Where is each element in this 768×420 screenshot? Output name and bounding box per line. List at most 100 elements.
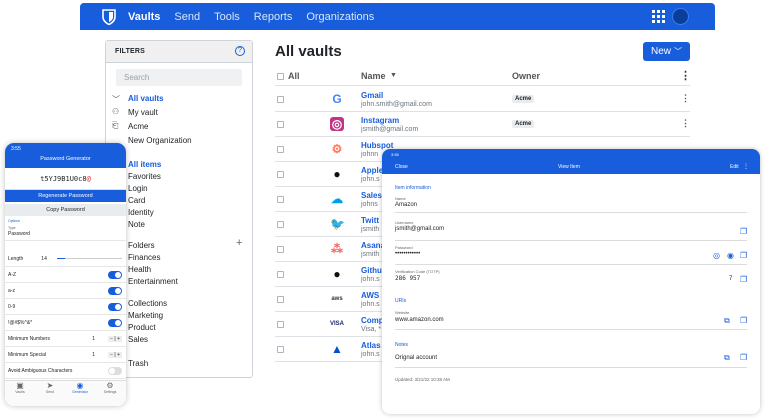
toggle-special-label: !@#$%^&* [8,319,33,326]
item-name-link[interactable]: AWS [361,291,379,300]
row-checkbox[interactable] [277,221,284,228]
filter-trash[interactable]: Trash [128,359,148,368]
nav-tools[interactable]: Tools [214,11,240,23]
nav-reports[interactable]: Reports [254,11,293,23]
launch-icon[interactable]: ⧉ [724,353,730,363]
check-password-icon[interactable]: ◎ [713,251,720,260]
uppercase-toggle[interactable] [108,270,122,279]
min-special-stepper[interactable]: − | + [108,351,122,358]
folders-heading[interactable]: Folders [128,241,155,250]
apps-grid-icon[interactable] [652,10,665,23]
filter-favorites[interactable]: Favorites [128,172,161,181]
length-slider[interactable] [57,258,122,259]
avoid-ambiguous-toggle[interactable] [108,366,122,375]
row-checkbox[interactable] [277,246,284,253]
column-all[interactable]: All [288,71,300,81]
regenerate-password-button[interactable]: Regenerate Password [5,190,126,202]
filter-card[interactable]: Card [128,196,145,205]
tab-send[interactable]: ➤ Send [35,381,65,394]
min-special-value: 1 [92,351,95,358]
column-name[interactable]: Name [361,71,386,81]
tab-settings[interactable]: ⚙ Settings [95,381,125,394]
nav-organizations[interactable]: Organizations [306,11,374,23]
row-checkbox[interactable] [277,121,284,128]
item-name-link[interactable]: Sales [361,191,382,200]
folder-entertainment[interactable]: Entertainment [128,277,178,286]
copy-icon[interactable]: ❐ [740,227,747,236]
filter-my-vault[interactable]: My vault [128,108,158,117]
folder-finances[interactable]: Finances [128,253,160,262]
select-all-checkbox[interactable] [277,73,284,80]
tab-vaults[interactable]: ▣ Vaults [5,381,35,394]
org-icon: ⎗ [112,121,119,130]
chevron-down-icon[interactable]: ﹀ [112,94,120,105]
row-checkbox[interactable] [277,321,284,328]
item-subtitle: john.s [361,276,380,283]
filter-new-organization[interactable]: New Organization [128,136,192,145]
row-options-icon[interactable]: ⋮ [681,93,690,104]
item-name-link[interactable]: Comp [361,316,384,325]
filter-all-vaults[interactable]: All vaults [128,94,164,103]
filter-all-items[interactable]: All items [128,160,161,169]
copy-icon[interactable]: ❐ [740,353,747,362]
avatar-icon[interactable] [672,8,689,25]
nav-send[interactable]: Send [174,11,200,23]
more-options-icon[interactable]: ⋮ [743,163,749,170]
toggle-row-special: !@#$%^&* [5,315,126,331]
row-checkbox[interactable] [277,346,284,353]
new-button[interactable]: New ﹀ [643,42,690,61]
username-value[interactable]: jsmith@gmail.com [395,226,444,232]
edit-button[interactable]: Edit [730,164,739,170]
item-name-link[interactable]: Twitt [361,216,379,225]
close-button[interactable]: Close [395,164,408,170]
search-input[interactable]: Search [116,69,242,86]
nav-vaults[interactable]: Vaults [128,11,160,23]
min-numbers-stepper[interactable]: − | + [108,335,122,342]
folder-health[interactable]: Health [128,265,151,274]
type-value[interactable]: Password [5,230,126,241]
filter-note[interactable]: Note [128,220,145,229]
sort-desc-icon[interactable]: ▼ [390,72,397,79]
item-subtitle: john.s [361,176,380,183]
totp-value[interactable]: 286 957 [395,275,420,282]
item-name-link[interactable]: Atlas [361,341,381,350]
special-toggle[interactable] [108,318,122,327]
generator-icon: ◉ [76,381,84,390]
toggle-lowercase-label: a-z [8,287,15,294]
collection-product[interactable]: Product [128,323,156,332]
shield-logo-icon[interactable] [102,8,116,25]
eye-icon[interactable]: ◉ [727,251,734,260]
row-checkbox[interactable] [277,271,284,278]
filter-identity[interactable]: Identity [128,208,154,217]
row-checkbox[interactable] [277,171,284,178]
website-value[interactable]: www.amazon.com [395,317,444,323]
launch-icon[interactable]: ⧉ [724,316,730,326]
item-name-link[interactable]: Gmail [361,91,383,100]
help-icon[interactable]: ? [235,46,245,56]
length-value: 14 [41,255,47,262]
item-name-link[interactable]: Apple [361,166,383,175]
row-options-icon[interactable]: ⋮ [681,118,690,129]
row-checkbox[interactable] [277,146,284,153]
filter-login[interactable]: Login [128,184,148,193]
filter-acme[interactable]: Acme [128,122,148,131]
add-folder-icon[interactable]: + [236,237,242,249]
tab-generator[interactable]: ◉ Generator [65,381,95,394]
row-checkbox[interactable] [277,296,284,303]
password-value[interactable]: •••••••••••• [395,251,420,257]
row-checkbox[interactable] [277,196,284,203]
row-checkbox[interactable] [277,96,284,103]
copy-password-button[interactable]: Copy Password [5,204,126,216]
copy-icon[interactable]: ❐ [740,275,747,284]
collection-sales[interactable]: Sales [128,335,148,344]
item-name-link[interactable]: Githu [361,266,382,275]
numbers-toggle[interactable] [108,302,122,311]
generated-password[interactable]: t5YJ9B1U0c8 @ [5,168,126,190]
more-options-icon[interactable]: ⋮ [680,69,691,82]
item-name-link[interactable]: Instagram [361,116,399,125]
copy-icon[interactable]: ❐ [740,251,747,260]
collection-marketing[interactable]: Marketing [128,311,163,320]
lowercase-toggle[interactable] [108,286,122,295]
copy-icon[interactable]: ❐ [740,316,747,325]
collections-heading[interactable]: Collections [128,299,167,308]
